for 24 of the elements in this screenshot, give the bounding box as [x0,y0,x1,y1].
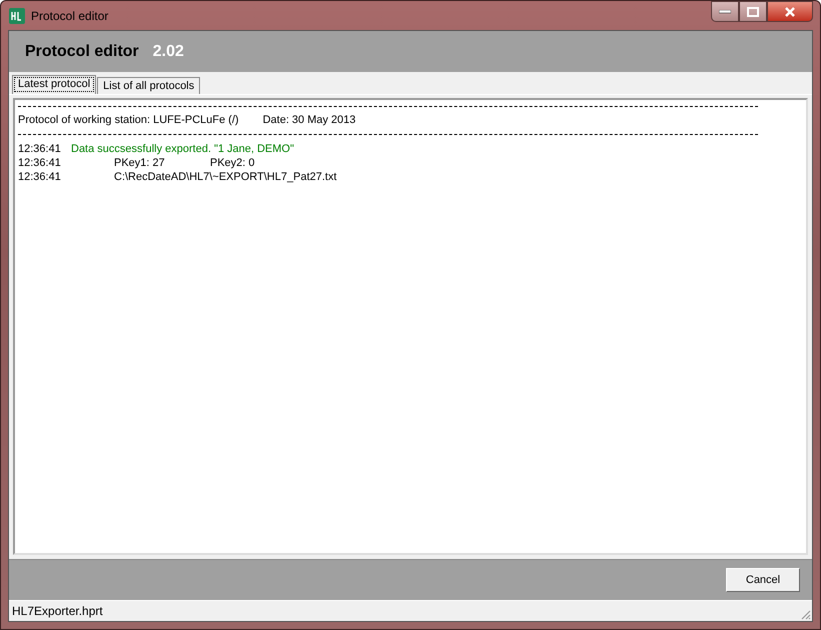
window-title: Protocol editor [31,8,108,22]
app-icon [9,8,25,24]
version-label: 2.02 [152,42,184,60]
minimize-icon [719,10,731,14]
log-time: 12:36:41 [18,142,62,156]
log-time: 12:36:41 [18,156,62,170]
tab[interactable]: Latest protocol [12,75,96,94]
log-message: Data succsessfully exported. "1 Jane, DEMO" [71,142,294,156]
log-message: C:\RecDateAD\HL7\~EXPORT\HL7_Pat27.txt [114,170,337,184]
header-title: Protocol editor [25,42,139,60]
maximize-icon [747,6,759,16]
station-text: Protocol of working station: LUFE-PCLuFe (/) [18,113,239,127]
status-text: HL7Exporter.hprt [12,604,103,618]
minimize-button[interactable] [711,1,739,22]
log-message: PKey1: 27 [114,156,166,170]
resize-grip-icon[interactable] [799,608,811,620]
log-time: 12:36:41 [18,170,62,184]
log-message: PKey2: 0 [210,156,255,170]
date-text: Date: 30 May 2013 [262,113,356,127]
close-button[interactable] [767,1,813,22]
tab[interactable]: List of all protocols [97,77,200,94]
cancel-button[interactable]: Cancel [726,568,800,592]
maximize-button[interactable] [739,1,767,22]
close-icon [784,6,796,16]
